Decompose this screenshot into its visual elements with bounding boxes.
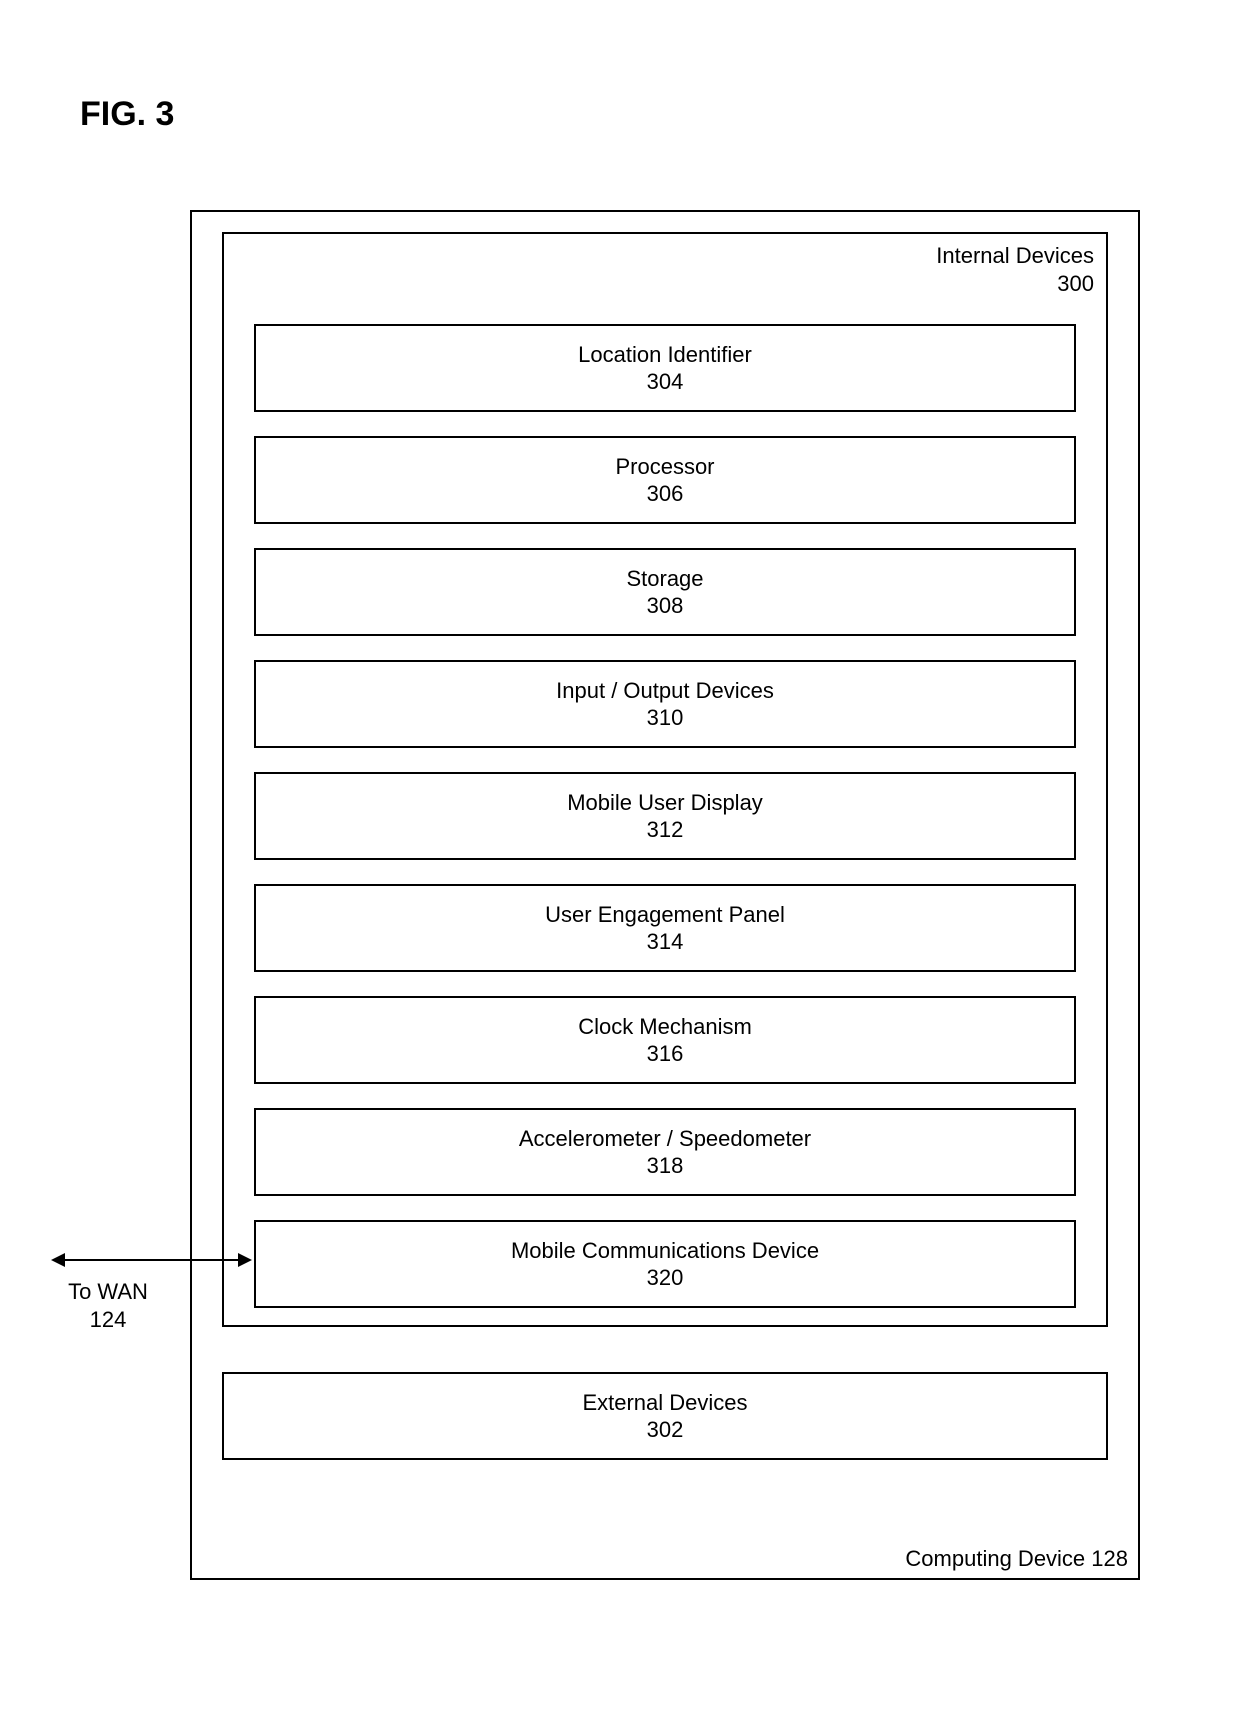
component-ref: 306: [647, 480, 684, 508]
component-ref: 316: [647, 1040, 684, 1068]
internal-devices-ref: 300: [1057, 271, 1094, 296]
wan-label-ref: 124: [90, 1307, 127, 1332]
wan-connection-arrow: [51, 1240, 252, 1280]
computing-device-box: Internal Devices 300 Location Identifier…: [190, 210, 1140, 1580]
wan-label: To WAN 124: [48, 1278, 168, 1333]
component-name: Mobile Communications Device: [511, 1237, 819, 1265]
arrow-head-right-icon: [238, 1253, 252, 1267]
component-box: Processor306: [254, 436, 1076, 524]
component-box: Input / Output Devices310: [254, 660, 1076, 748]
external-devices-name: External Devices: [582, 1389, 747, 1417]
component-name: User Engagement Panel: [545, 901, 785, 929]
component-ref: 312: [647, 816, 684, 844]
component-ref: 320: [647, 1264, 684, 1292]
figure-page: FIG. 3 Internal Devices 300 Location Ide…: [0, 0, 1240, 1718]
component-ref: 310: [647, 704, 684, 732]
component-box: Clock Mechanism316: [254, 996, 1076, 1084]
component-name: Clock Mechanism: [578, 1013, 752, 1041]
wan-label-text: To WAN: [68, 1279, 148, 1304]
component-ref: 314: [647, 928, 684, 956]
internal-devices-title-text: Internal Devices: [936, 243, 1094, 268]
component-box: Storage308: [254, 548, 1076, 636]
internal-devices-box: Internal Devices 300 Location Identifier…: [222, 232, 1108, 1327]
figure-label: FIG. 3: [80, 95, 174, 134]
component-name: Storage: [626, 565, 703, 593]
arrow-line: [61, 1259, 242, 1261]
component-name: Location Identifier: [578, 341, 752, 369]
computing-device-label: Computing Device 128: [905, 1546, 1128, 1572]
component-ref: 304: [647, 368, 684, 396]
component-name: Input / Output Devices: [556, 677, 774, 705]
component-list: Location Identifier304 Processor306 Storag…: [254, 324, 1076, 1332]
component-box: Location Identifier304: [254, 324, 1076, 412]
component-box: Mobile Communications Device320: [254, 1220, 1076, 1308]
component-box: Accelerometer / Speedometer318: [254, 1108, 1076, 1196]
external-devices-ref: 302: [647, 1416, 684, 1444]
external-devices-box: External Devices 302: [222, 1372, 1108, 1460]
component-name: Accelerometer / Speedometer: [519, 1125, 811, 1153]
arrow-head-left-icon: [51, 1253, 65, 1267]
component-name: Processor: [615, 453, 714, 481]
component-ref: 308: [647, 592, 684, 620]
component-ref: 318: [647, 1152, 684, 1180]
component-name: Mobile User Display: [567, 789, 763, 817]
internal-devices-title: Internal Devices 300: [936, 242, 1094, 297]
component-box: Mobile User Display312: [254, 772, 1076, 860]
component-box: User Engagement Panel314: [254, 884, 1076, 972]
